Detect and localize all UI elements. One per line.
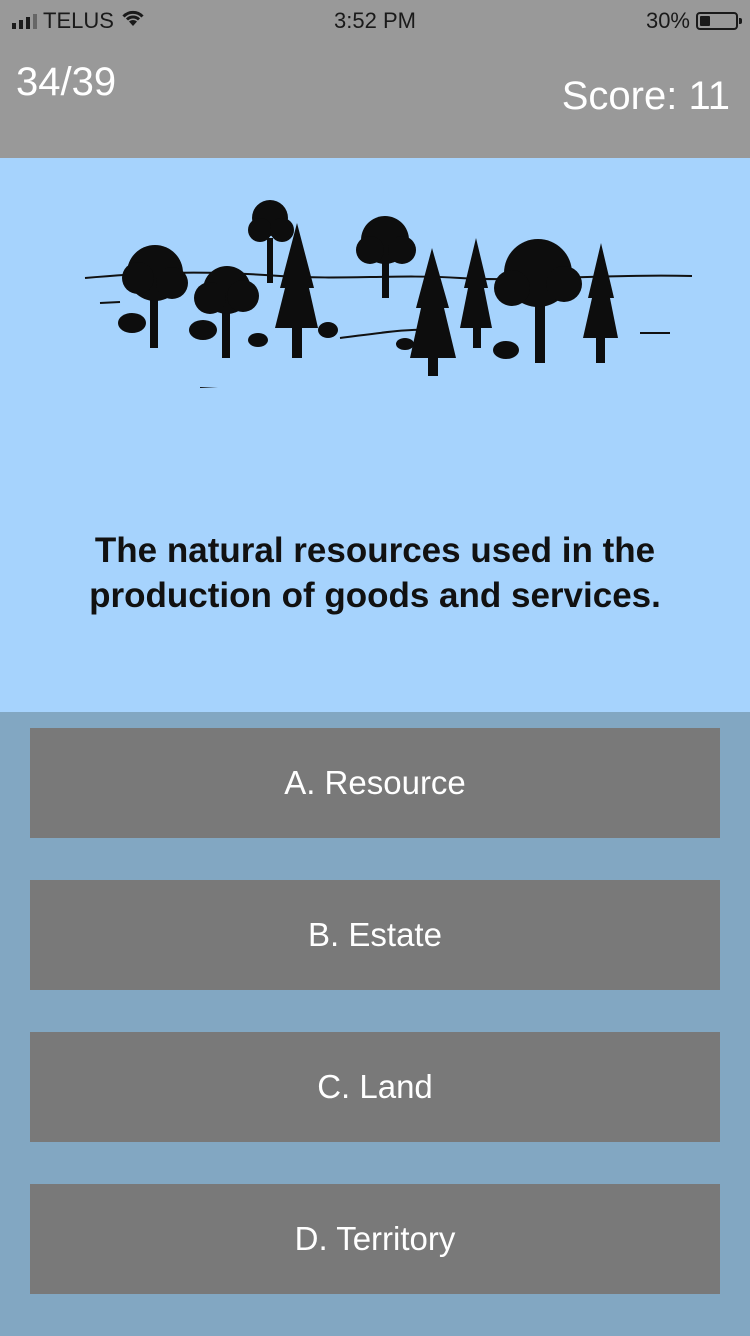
battery-percent: 30% — [645, 8, 690, 33]
header-bar: TELUS 3:52 PM 30% 34/39 Score: 11 — [0, 0, 750, 158]
clock: 3:52 PM — [334, 8, 416, 33]
status-bar: TELUS 3:52 PM 30% — [0, 0, 750, 40]
question-progress: 34/39 — [16, 60, 117, 104]
answer-list: A. Resource B. Estate C. Land D. Territo… — [30, 728, 720, 1336]
score-label: Score: 11 — [561, 74, 730, 118]
question-text: The natural resources used in the produc… — [89, 531, 661, 615]
battery-fill — [700, 16, 710, 26]
answer-button-c[interactable]: C. Land — [30, 1032, 720, 1142]
status-right: 30% — [645, 8, 742, 34]
answer-button-b[interactable]: B. Estate — [30, 880, 720, 990]
battery-icon — [696, 12, 742, 30]
forest-trees-illustration — [84, 200, 693, 388]
answer-button-a[interactable]: A. Resource — [30, 728, 720, 838]
answer-button-d[interactable]: D. Territory — [30, 1184, 720, 1294]
question-panel: The natural resources used in the produc… — [0, 158, 750, 712]
